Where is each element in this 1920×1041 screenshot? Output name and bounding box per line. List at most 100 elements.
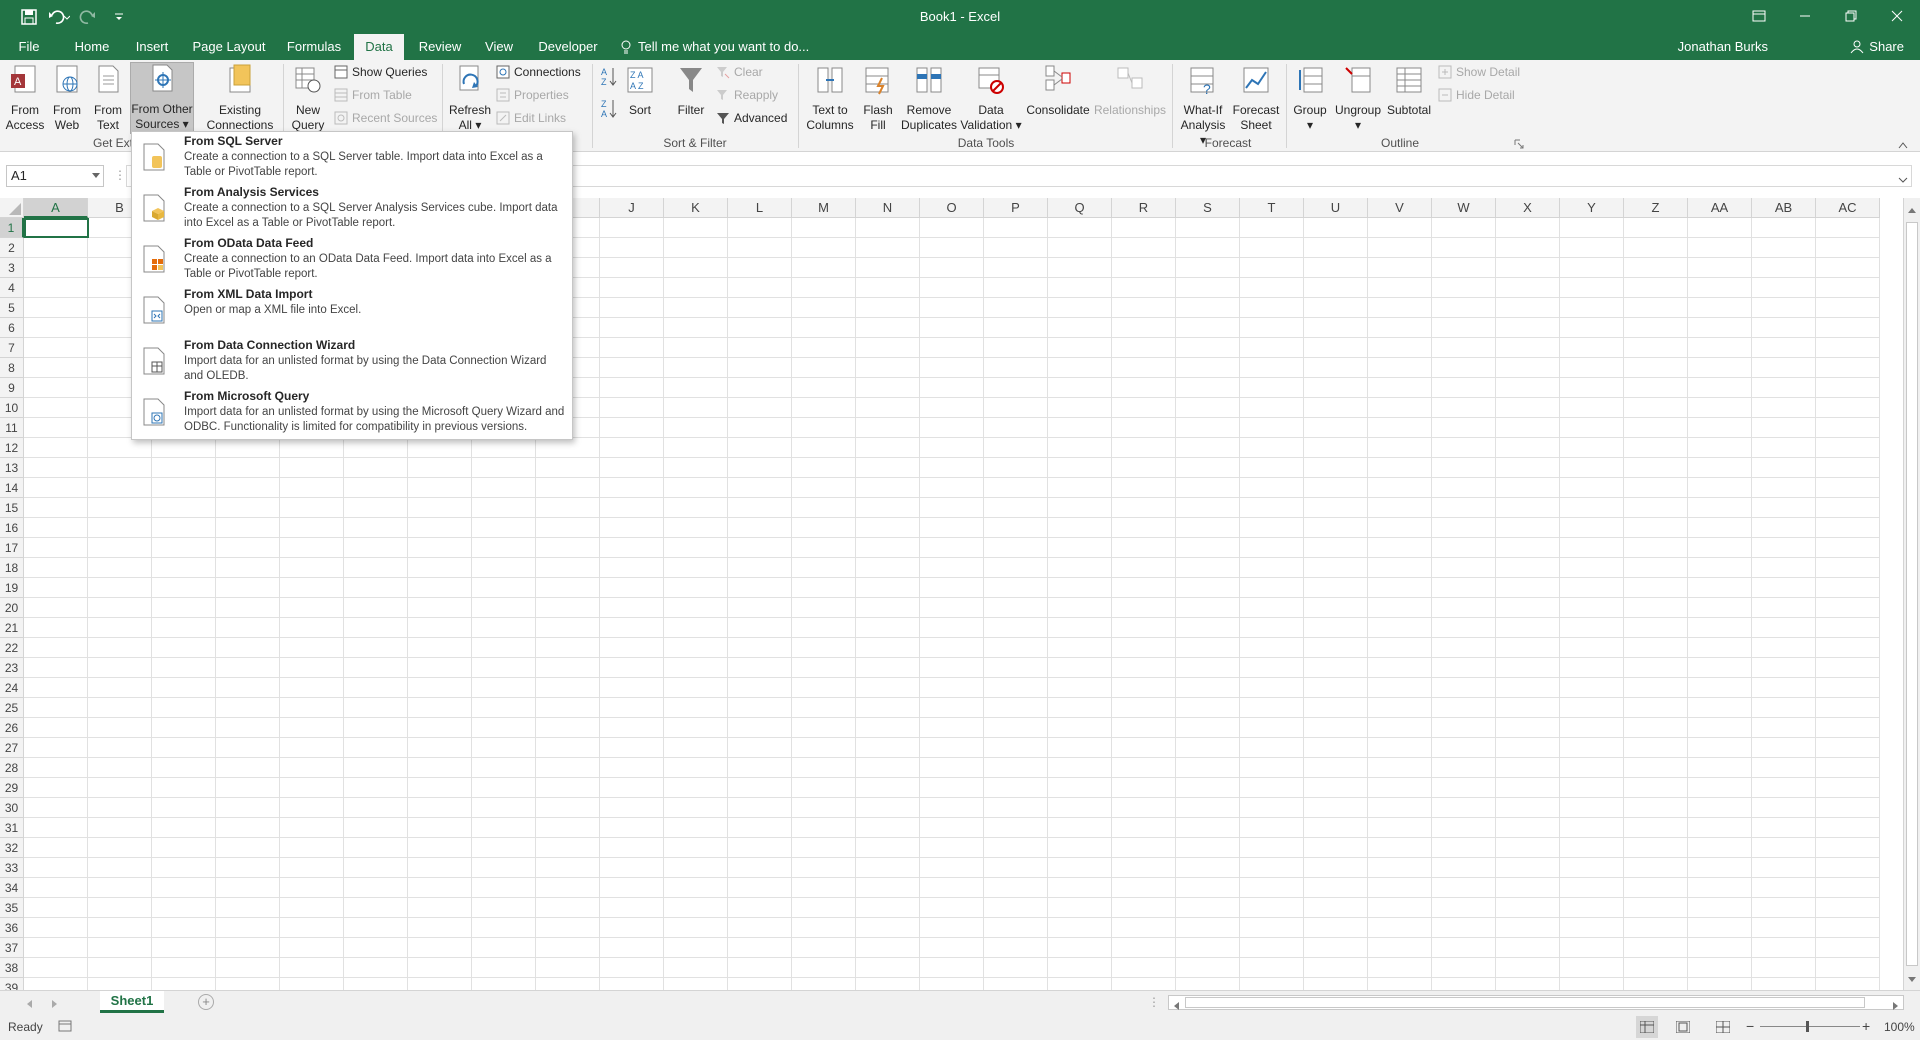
- column-header[interactable]: A: [24, 198, 88, 218]
- column-header[interactable]: M: [792, 198, 856, 218]
- hide-detail-button[interactable]: Hide Detail: [1438, 85, 1515, 105]
- row-header[interactable]: 37: [0, 938, 24, 958]
- zoom-in-icon[interactable]: +: [1862, 1018, 1870, 1034]
- tab-insert[interactable]: Insert: [130, 34, 174, 60]
- remove-duplicates-button[interactable]: Remove Duplicates: [900, 64, 958, 134]
- row-header[interactable]: 29: [0, 778, 24, 798]
- column-header[interactable]: K: [664, 198, 728, 218]
- row-header[interactable]: 18: [0, 558, 24, 578]
- row-header[interactable]: 39: [0, 978, 24, 990]
- show-detail-button[interactable]: Show Detail: [1438, 62, 1520, 82]
- scroll-right-icon[interactable]: [1893, 999, 1899, 1013]
- flash-fill-button[interactable]: Flash Fill: [860, 64, 896, 134]
- row-header[interactable]: 23: [0, 658, 24, 678]
- new-query-button[interactable]: New Query ▾: [288, 64, 328, 147]
- edit-links-button[interactable]: Edit Links: [496, 108, 566, 128]
- ungroup-button[interactable]: Ungroup ▾: [1334, 64, 1382, 134]
- consolidate-button[interactable]: Consolidate: [1026, 64, 1090, 134]
- close-icon[interactable]: [1874, 0, 1920, 32]
- row-header[interactable]: 34: [0, 878, 24, 898]
- existing-connections-button[interactable]: Existing Connections: [204, 64, 276, 134]
- tab-page-layout[interactable]: Page Layout: [188, 34, 270, 60]
- column-header[interactable]: Q: [1048, 198, 1112, 218]
- row-header[interactable]: 33: [0, 858, 24, 878]
- select-all-corner[interactable]: [0, 198, 24, 218]
- filter-button[interactable]: Filter: [672, 64, 710, 134]
- sheet-tab-sheet1[interactable]: Sheet1: [100, 991, 164, 1013]
- column-header[interactable]: N: [856, 198, 920, 218]
- column-header[interactable]: U: [1304, 198, 1368, 218]
- normal-view-icon[interactable]: [1636, 1016, 1658, 1038]
- tab-split-handle-icon[interactable]: ⋮: [1148, 995, 1160, 1009]
- column-header[interactable]: W: [1432, 198, 1496, 218]
- row-header[interactable]: 25: [0, 698, 24, 718]
- column-header[interactable]: AC: [1816, 198, 1880, 218]
- recent-sources-button[interactable]: Recent Sources: [334, 108, 437, 128]
- active-cell[interactable]: [24, 218, 89, 238]
- menu-item-data-connection-wizard[interactable]: From Data Connection Wizard Import data …: [132, 336, 572, 387]
- add-sheet-icon[interactable]: +: [198, 994, 214, 1010]
- menu-item-odata-feed[interactable]: From OData Data Feed Create a connection…: [132, 234, 572, 285]
- data-validation-button[interactable]: Data Validation ▾: [960, 64, 1022, 134]
- row-header[interactable]: 38: [0, 958, 24, 978]
- tab-view[interactable]: View: [478, 34, 520, 60]
- expand-formula-bar-icon[interactable]: [1898, 172, 1908, 186]
- zoom-level[interactable]: 100%: [1884, 1020, 1915, 1034]
- page-break-view-icon[interactable]: [1715, 1020, 1731, 1036]
- horizontal-scrollbar[interactable]: [1168, 995, 1904, 1010]
- row-header[interactable]: 30: [0, 798, 24, 818]
- column-header[interactable]: P: [984, 198, 1048, 218]
- row-header[interactable]: 11: [0, 418, 24, 438]
- row-header[interactable]: 32: [0, 838, 24, 858]
- minimize-icon[interactable]: [1782, 0, 1828, 32]
- from-other-sources-button[interactable]: From Other Sources ▾: [130, 62, 194, 134]
- tell-me-box[interactable]: Tell me what you want to do...: [620, 39, 809, 54]
- outline-dialog-launcher-icon[interactable]: [1514, 138, 1524, 149]
- row-header[interactable]: 5: [0, 298, 24, 318]
- column-header[interactable]: V: [1368, 198, 1432, 218]
- advanced-button[interactable]: Advanced: [716, 108, 787, 128]
- row-header[interactable]: 16: [0, 518, 24, 538]
- reapply-button[interactable]: Reapply: [716, 85, 778, 105]
- column-header[interactable]: L: [728, 198, 792, 218]
- prev-sheet-icon[interactable]: [26, 997, 32, 1011]
- scroll-down-icon[interactable]: [1908, 972, 1916, 986]
- refresh-all-button[interactable]: Refresh All ▾: [448, 64, 492, 134]
- tab-formulas[interactable]: Formulas: [284, 34, 344, 60]
- from-access-button[interactable]: A From Access: [4, 64, 46, 134]
- zoom-out-icon[interactable]: −: [1746, 1018, 1754, 1034]
- text-to-columns-button[interactable]: Text to Columns: [804, 64, 856, 134]
- row-header[interactable]: 4: [0, 278, 24, 298]
- column-header[interactable]: R: [1112, 198, 1176, 218]
- user-name[interactable]: Jonathan Burks: [1678, 39, 1768, 54]
- row-header[interactable]: 27: [0, 738, 24, 758]
- ribbon-display-options-icon[interactable]: [1736, 0, 1782, 32]
- connections-button[interactable]: Connections: [496, 62, 581, 82]
- row-header[interactable]: 10: [0, 398, 24, 418]
- menu-item-xml-import[interactable]: From XML Data Import Open or map a XML f…: [132, 285, 572, 336]
- row-header[interactable]: 28: [0, 758, 24, 778]
- sort-z-a-button[interactable]: ZA: [600, 98, 618, 122]
- from-table-button[interactable]: From Table: [334, 85, 412, 105]
- what-if-analysis-button[interactable]: ? What-If Analysis ▾: [1176, 64, 1230, 147]
- row-header[interactable]: 24: [0, 678, 24, 698]
- row-header[interactable]: 20: [0, 598, 24, 618]
- column-header[interactable]: AA: [1688, 198, 1752, 218]
- row-header[interactable]: 36: [0, 918, 24, 938]
- column-header[interactable]: J: [600, 198, 664, 218]
- from-text-button[interactable]: From Text: [88, 64, 128, 134]
- relationships-button[interactable]: Relationships: [1092, 64, 1168, 134]
- column-header[interactable]: T: [1240, 198, 1304, 218]
- name-box[interactable]: A1: [6, 165, 104, 187]
- row-header[interactable]: 19: [0, 578, 24, 598]
- macro-record-icon[interactable]: [58, 1020, 72, 1035]
- row-header[interactable]: 3: [0, 258, 24, 278]
- row-header[interactable]: 9: [0, 378, 24, 398]
- column-header[interactable]: X: [1496, 198, 1560, 218]
- from-web-button[interactable]: From Web: [48, 64, 86, 134]
- row-header[interactable]: 15: [0, 498, 24, 518]
- restore-icon[interactable]: [1828, 0, 1874, 32]
- group-button[interactable]: Group ▾: [1290, 64, 1330, 134]
- sort-button[interactable]: Z AA Z Sort: [622, 64, 658, 134]
- collapse-ribbon-icon[interactable]: [1898, 138, 1908, 149]
